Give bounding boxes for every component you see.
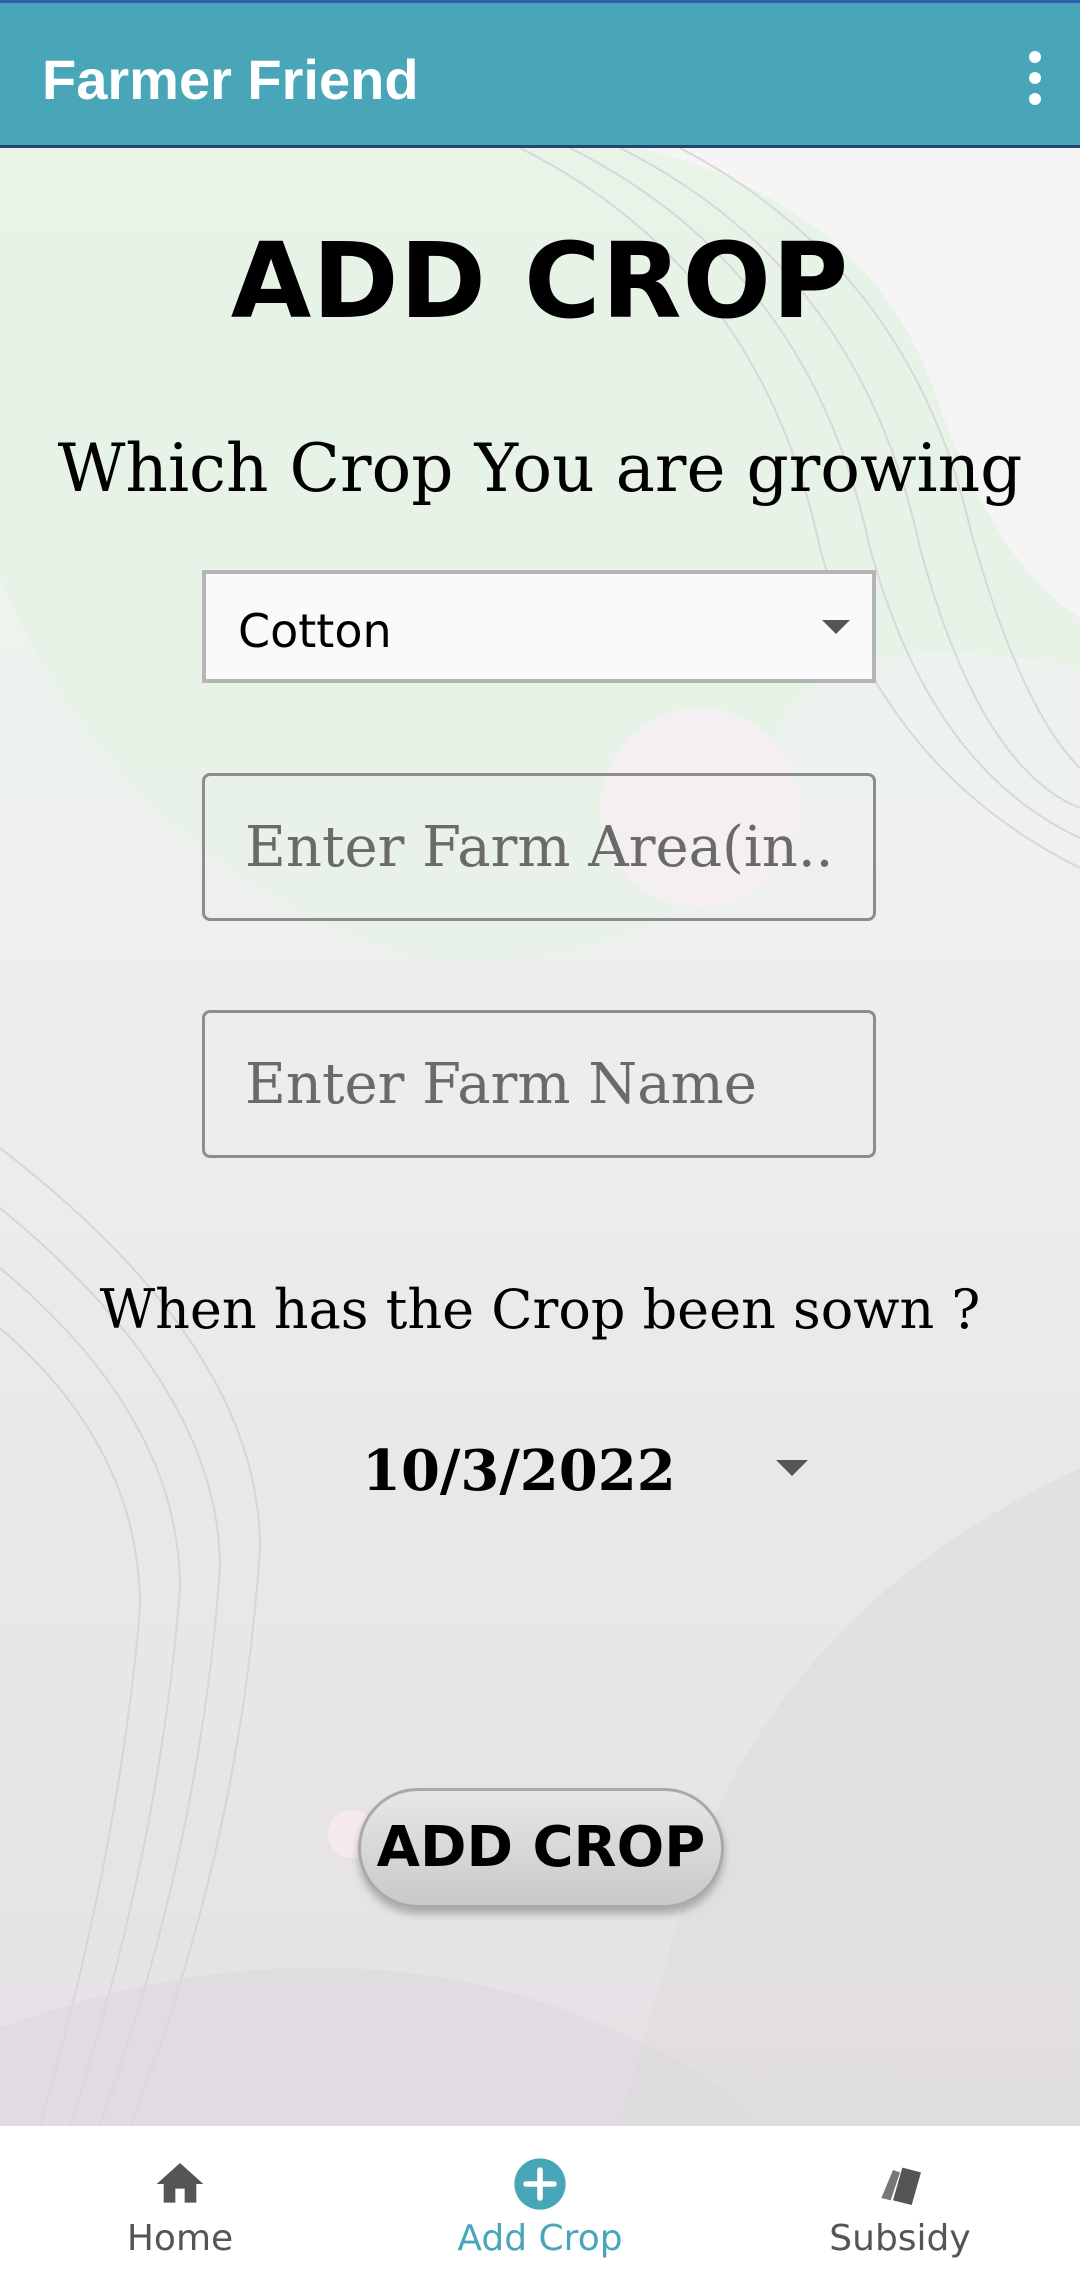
farm-area-field[interactable] — [202, 773, 876, 921]
dropdown-arrow-icon — [776, 1460, 808, 1476]
farm-name-input[interactable] — [205, 1013, 873, 1155]
sown-question-label: When has the Crop been sown ? — [99, 1278, 981, 1341]
farm-name-field[interactable] — [202, 1010, 876, 1158]
nav-item-home[interactable]: Home — [0, 2126, 360, 2274]
app-title: Farmer Friend — [42, 48, 419, 111]
add-crop-screen: ADD CROP Which Crop You are growing Cott… — [0, 148, 1080, 2126]
sown-date-value: 10/3/2022 — [362, 1438, 676, 1504]
farm-area-input[interactable] — [205, 776, 873, 918]
page-heading: ADD CROP — [230, 220, 850, 342]
crop-select[interactable]: Cotton — [202, 570, 876, 683]
crop-question-label: Which Crop You are growing — [57, 430, 1023, 507]
nav-item-label: Add Crop — [457, 2218, 623, 2259]
crop-select-value: Cotton — [238, 604, 392, 658]
app-bar: Farmer Friend — [0, 0, 1080, 148]
home-icon — [156, 2163, 204, 2203]
bottom-navigation: Home Add Crop Subsidy — [0, 2126, 1080, 2274]
nav-item-subsidy[interactable]: Subsidy — [720, 2126, 1080, 2274]
sown-date-picker[interactable]: 10/3/2022 — [340, 1418, 830, 1518]
cards-icon — [881, 2167, 921, 2205]
nav-item-label: Subsidy — [829, 2218, 971, 2259]
more-vert-icon[interactable] — [1010, 43, 1060, 113]
dropdown-arrow-icon — [822, 620, 850, 634]
add-circle-icon — [514, 2158, 566, 2210]
nav-item-add-crop[interactable]: Add Crop — [360, 2126, 720, 2274]
add-crop-button[interactable]: ADD CROP — [358, 1788, 724, 1908]
nav-item-label: Home — [126, 2218, 234, 2259]
